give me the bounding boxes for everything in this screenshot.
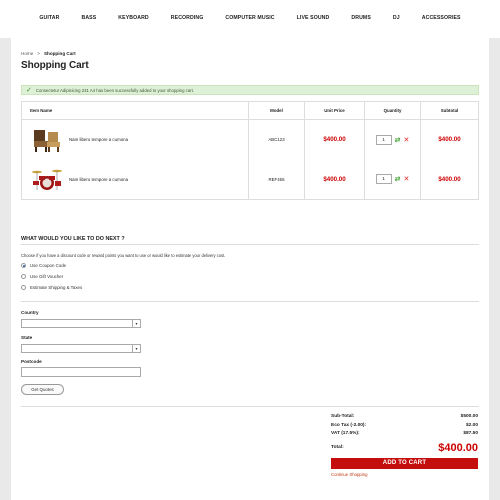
unit-price: $400.00 [323, 175, 346, 183]
breadcrumb-home[interactable]: Home [21, 51, 33, 56]
next-steps-description: Choose if you have a discount code or re… [21, 253, 226, 258]
subtotal-value: $500.00 [460, 414, 478, 419]
alert-message: Consectetur Adipisicing 231 A4 has been … [35, 87, 195, 93]
state-select[interactable]: ▾ [21, 344, 141, 353]
radio-label: Use Coupon Code [30, 263, 67, 268]
order-totals: Sub-Total: $500.00 Eco Tax (-2.00): $2.0… [331, 414, 478, 477]
breadcrumb-current: Shopping Cart [43, 51, 76, 56]
divider [21, 406, 479, 407]
product-thumbnail-drum-kit[interactable] [31, 166, 63, 192]
nav-item-recording[interactable]: RECORDING [160, 15, 215, 21]
radio-use-gift-voucher[interactable]: Use Gift Voucher [21, 274, 63, 279]
postcode-input[interactable] [21, 367, 141, 377]
nav-item-keyboard[interactable]: KEYBOARD [107, 15, 160, 21]
eco-tax-value: $2.00 [465, 422, 478, 428]
nav-item-drums[interactable]: DRUMS [340, 15, 382, 21]
next-steps-title: WHAT WOULD YOU LIKE TO DO NEXT ? [21, 236, 125, 242]
breadcrumb: Home > Shopping Cart [21, 51, 479, 56]
postcode-label: Postcode [21, 359, 42, 364]
vat-value: $87.50 [463, 431, 478, 436]
top-navigation: GUITAR BASS KEYBOARD RECORDING COMPUTER … [0, 0, 500, 38]
nav-item-guitar[interactable]: GUITAR [28, 15, 70, 21]
nav-item-bass[interactable]: BASS [70, 15, 107, 21]
product-name[interactable]: Nam libero tempore a cumona [69, 177, 128, 182]
chevron-down-icon: ▾ [132, 320, 140, 327]
nav-item-dj[interactable]: DJ [382, 15, 411, 21]
radio-use-coupon[interactable]: Use Coupon Code [21, 263, 66, 268]
product-model: ABC123 [248, 119, 305, 160]
state-label: State [21, 335, 33, 340]
refresh-icon[interactable]: ⇄ [395, 136, 401, 144]
nav-item-live-sound[interactable]: LIVE SOUND [286, 15, 341, 21]
header-quantity: Quantity [364, 101, 421, 120]
chevron-down-icon: ▾ [132, 345, 140, 352]
header-subtotal: Subtotal [420, 101, 479, 120]
vat-row: VAT (17.5%): $87.50 [331, 431, 478, 440]
total-label: Total: [331, 445, 344, 450]
subtotal-label: Sub-Total: [331, 414, 355, 419]
row-subtotal: $400.00 [438, 136, 461, 144]
cart-table: Item Name Model Unit Price Quantity Subt… [21, 101, 479, 200]
radio-label: Use Gift Voucher [30, 274, 64, 279]
continue-shopping-link[interactable]: Continue Shopping [331, 472, 478, 477]
quantity-input[interactable]: 1 [375, 174, 392, 185]
total-row: Total: $400.00 [331, 441, 478, 455]
quantity-input[interactable]: 1 [375, 134, 392, 145]
radio-selected-icon[interactable] [21, 263, 26, 268]
add-to-cart-button[interactable]: ADD TO CART [331, 457, 478, 469]
divider [21, 244, 479, 245]
product-name[interactable]: Nam libero tempore a cumona [69, 137, 128, 142]
success-alert: ✓ Consectetur Adipisicing 231 A4 has bee… [21, 85, 479, 95]
table-row: Nam libero tempore a cumona REF455 $400.… [21, 159, 479, 200]
cart-table-header: Item Name Model Unit Price Quantity Subt… [21, 101, 479, 120]
refresh-icon[interactable]: ⇄ [395, 175, 401, 183]
remove-icon[interactable]: ✕ [404, 136, 410, 144]
header-unit-price: Unit Price [304, 101, 365, 120]
nav-item-computer-music[interactable]: COMPUTER MUSIC [214, 15, 285, 21]
country-select[interactable]: ▾ [21, 319, 141, 328]
checkmark-icon: ✓ [26, 87, 32, 94]
breadcrumb-separator: > [37, 51, 40, 56]
divider [21, 301, 479, 302]
vat-label: VAT (17.5%): [331, 431, 360, 436]
radio-icon[interactable] [21, 285, 26, 290]
get-quotes-button[interactable]: Get Quotes [21, 384, 64, 395]
eco-tax-label: Eco Tax (-2.00): [331, 422, 367, 428]
page-title: Shopping Cart [21, 60, 89, 71]
radio-estimate-shipping[interactable]: Estimate Shipping & Taxes [21, 285, 82, 290]
unit-price: $400.00 [323, 136, 346, 144]
remove-icon[interactable]: ✕ [404, 175, 410, 183]
header-model: Model [248, 101, 305, 120]
nav-item-accessories[interactable]: ACCESSORIES [411, 15, 472, 21]
country-label: Country [21, 310, 39, 315]
subtotal-row: Sub-Total: $500.00 [331, 414, 478, 423]
total-value: $400.00 [438, 441, 478, 454]
header-item-name: Item Name [21, 101, 249, 120]
row-subtotal: $400.00 [438, 175, 461, 183]
main-content: Home > Shopping Cart Shopping Cart ✓ Conse… [11, 38, 489, 500]
radio-label: Estimate Shipping & Taxes [30, 285, 83, 290]
product-thumbnail-chairs[interactable] [31, 127, 63, 153]
product-model: REF455 [248, 159, 305, 200]
radio-icon[interactable] [21, 274, 26, 279]
table-row: Nam libero tempore a cumona ABC123 $400.… [21, 119, 479, 160]
eco-tax-row: Eco Tax (-2.00): $2.00 [331, 423, 478, 432]
